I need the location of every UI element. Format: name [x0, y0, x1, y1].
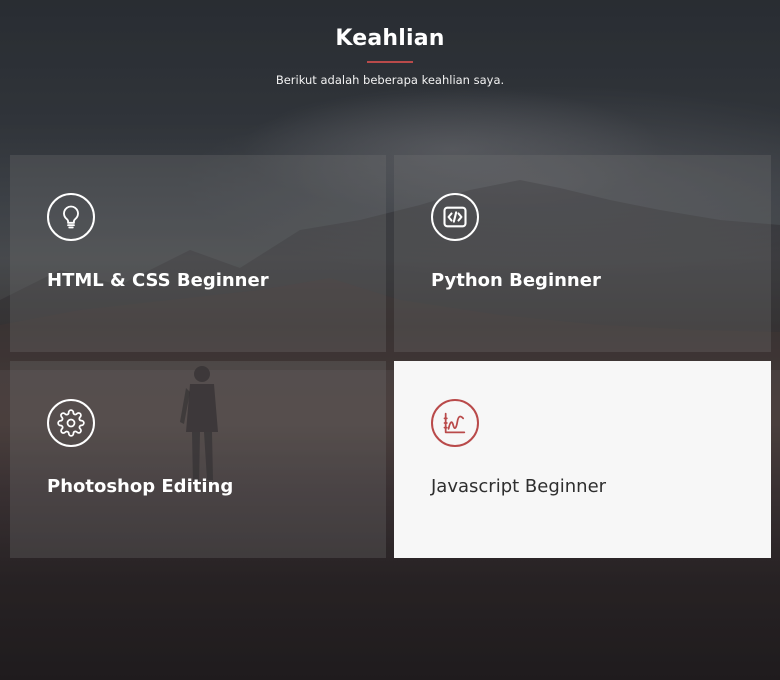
section-header: Keahlian Berikut adalah beberapa keahlia…: [0, 0, 780, 87]
skill-label: HTML & CSS Beginner: [47, 270, 269, 291]
skill-card-python[interactable]: Python Beginner: [394, 155, 771, 352]
code-icon: [431, 193, 479, 241]
title-underline: [367, 61, 413, 63]
skills-grid: HTML & CSS Beginner Python Beginner Phot…: [10, 155, 772, 558]
section-subtitle: Berikut adalah beberapa keahlian saya.: [275, 73, 505, 87]
skill-card-javascript[interactable]: Javascript Beginner: [394, 361, 771, 558]
gear-icon: [47, 399, 95, 447]
skill-label: Photoshop Editing: [47, 476, 234, 497]
skill-label: Python Beginner: [431, 270, 601, 291]
skill-label: Javascript Beginner: [431, 476, 607, 497]
skill-card-html-css[interactable]: HTML & CSS Beginner: [10, 155, 386, 352]
line-chart-icon: [431, 399, 479, 447]
section-title: Keahlian: [335, 26, 445, 51]
lightbulb-icon: [47, 193, 95, 241]
skill-card-photoshop[interactable]: Photoshop Editing: [10, 361, 386, 558]
